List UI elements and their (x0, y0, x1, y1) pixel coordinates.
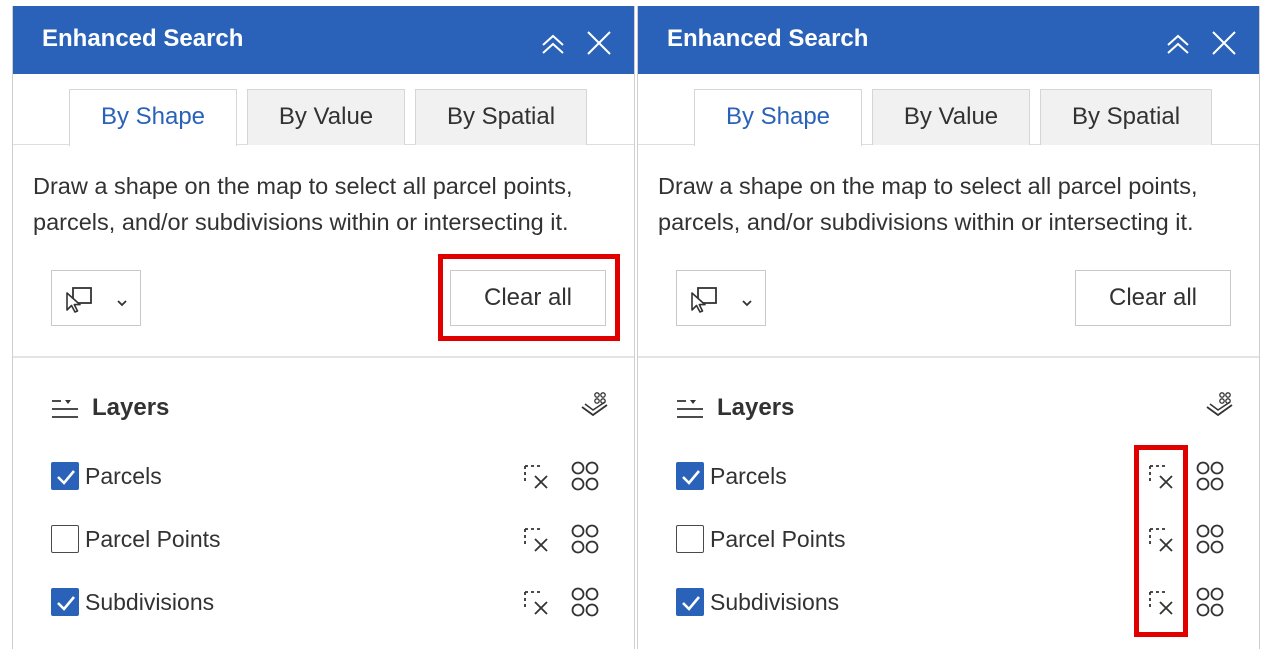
layer-row-subdivisions: Subdivisions (51, 585, 611, 621)
panel-title: Enhanced Search (667, 25, 869, 52)
select-all-layers-icon[interactable] (579, 390, 611, 422)
clear-selection-icon[interactable] (521, 460, 551, 492)
checkbox-checked-icon[interactable] (676, 462, 704, 490)
layer-row-subdivisions: Subdivisions (676, 585, 1236, 621)
chevron-double-up-icon[interactable] (538, 28, 568, 58)
layer-label: Parcel Points (85, 526, 221, 552)
enhanced-search-panel-right: Enhanced Search By Shape By Value By Spa… (637, 6, 1260, 649)
select-by-rectangle-icon (64, 284, 94, 314)
checkbox-checked-icon[interactable] (51, 588, 79, 616)
tab-by-value[interactable]: By Value (872, 89, 1030, 145)
layer-label: Parcels (85, 463, 162, 489)
tab-by-value[interactable]: By Value (247, 89, 405, 145)
section-divider (638, 356, 1259, 358)
clear-all-button[interactable]: Clear all (1075, 270, 1231, 326)
select-features-icon[interactable] (569, 459, 601, 493)
tab-by-shape[interactable]: By Shape (694, 89, 862, 146)
layers-title: Layers (92, 394, 170, 421)
close-icon[interactable] (584, 28, 614, 58)
select-features-icon[interactable] (569, 522, 601, 556)
layer-row-parcel-points: Parcel Points (51, 522, 611, 558)
clear-selection-icon[interactable] (1146, 460, 1176, 492)
layer-list-icon (676, 396, 704, 422)
panel-header: Enhanced Search (13, 6, 634, 74)
layers-header: Layers (51, 392, 611, 424)
tab-by-shape[interactable]: By Shape (69, 89, 237, 146)
select-features-icon[interactable] (569, 585, 601, 619)
draw-tool-dropdown[interactable] (51, 270, 141, 326)
clear-selection-icon[interactable] (521, 586, 551, 618)
layer-label: Parcel Points (710, 526, 846, 552)
checkbox-unchecked[interactable] (676, 525, 704, 553)
clear-selection-icon[interactable] (521, 523, 551, 555)
select-features-icon[interactable] (1194, 585, 1226, 619)
layer-row-parcels: Parcels (51, 459, 611, 495)
clear-selection-icon[interactable] (1146, 586, 1176, 618)
draw-tool-dropdown[interactable] (676, 270, 766, 326)
panel-title: Enhanced Search (42, 25, 244, 52)
clear-all-button[interactable]: Clear all (450, 270, 606, 326)
checkbox-checked-icon[interactable] (51, 462, 79, 490)
select-features-icon[interactable] (1194, 459, 1226, 493)
checkbox-unchecked[interactable] (51, 525, 79, 553)
layer-label: Subdivisions (85, 589, 215, 615)
layer-label: Subdivisions (710, 589, 840, 615)
chevron-down-icon (741, 295, 753, 307)
tab-by-spatial[interactable]: By Spatial (1040, 89, 1212, 145)
layers-title: Layers (717, 394, 795, 421)
panel-header: Enhanced Search (638, 6, 1259, 74)
instructions-text: Draw a shape on the map to select all pa… (33, 173, 573, 235)
clear-selection-icon[interactable] (1146, 523, 1176, 555)
layer-row-parcels: Parcels (676, 459, 1236, 495)
tab-bar: By Shape By Value By Spatial (638, 74, 1259, 146)
tab-by-spatial[interactable]: By Spatial (415, 89, 587, 145)
enhanced-search-panel-left: Enhanced Search By Shape By Value By Spa… (12, 6, 635, 649)
select-by-rectangle-icon (689, 284, 719, 314)
layers-header: Layers (676, 392, 1236, 424)
instructions-text: Draw a shape on the map to select all pa… (658, 173, 1198, 235)
select-all-layers-icon[interactable] (1204, 390, 1236, 422)
layer-label: Parcels (710, 463, 787, 489)
checkbox-checked-icon[interactable] (676, 588, 704, 616)
chevron-down-icon (116, 295, 128, 307)
layer-list-icon (51, 396, 79, 422)
layer-row-parcel-points: Parcel Points (676, 522, 1236, 558)
section-divider (13, 356, 634, 358)
chevron-double-up-icon[interactable] (1163, 28, 1193, 58)
select-features-icon[interactable] (1194, 522, 1226, 556)
tab-bar: By Shape By Value By Spatial (13, 74, 634, 146)
close-icon[interactable] (1209, 28, 1239, 58)
